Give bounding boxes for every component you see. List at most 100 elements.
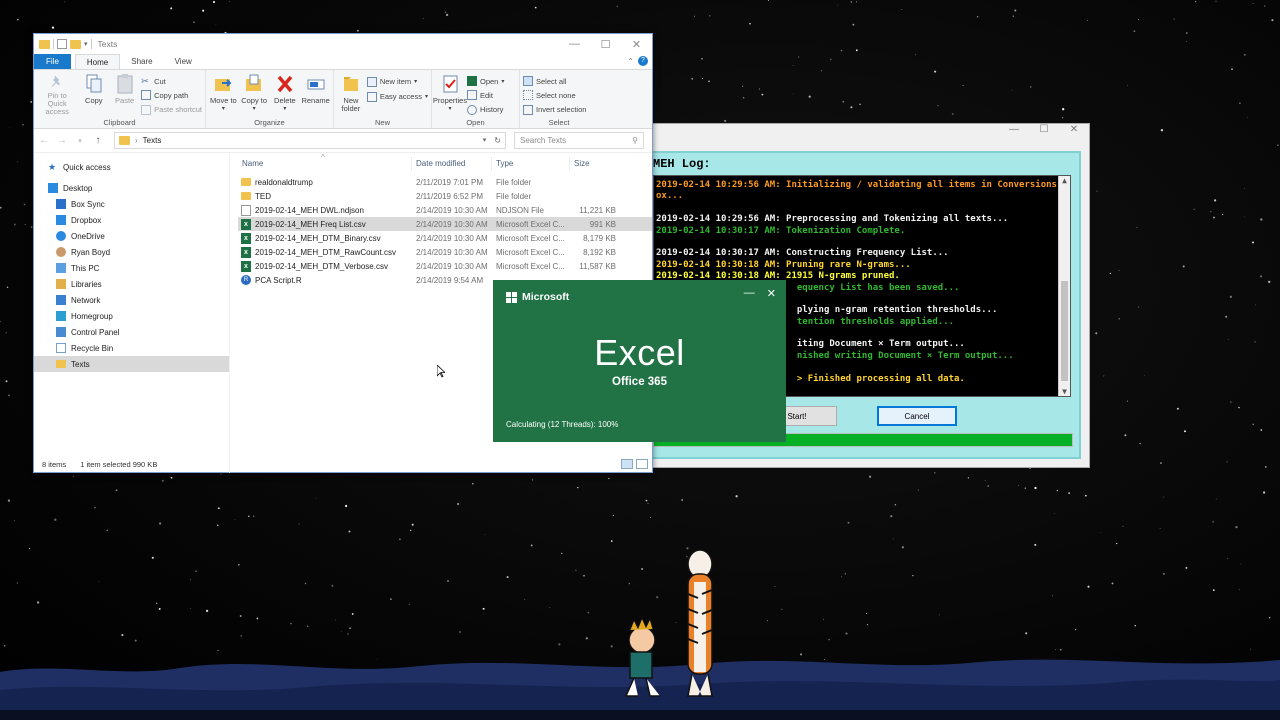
star xyxy=(5,332,7,334)
search-input[interactable]: Search Texts ⚲ xyxy=(514,132,644,149)
sidebar-item-desktop[interactable]: Desktop xyxy=(34,180,229,196)
sidebar-item-quick-access[interactable]: ★ Quick access xyxy=(34,159,229,175)
collapse-ribbon-icon[interactable]: ⌃ xyxy=(627,57,634,66)
sidebar-item-this-pc[interactable]: This PC xyxy=(34,260,229,276)
new-item-label: New item xyxy=(379,77,412,86)
tab-view[interactable]: View xyxy=(164,54,203,69)
clipboard-small-buttons: ✂ Cut Copy path Paste shortcut xyxy=(141,73,202,116)
sidebar-item-texts[interactable]: Texts xyxy=(34,356,229,372)
easy-access-button[interactable]: Easy access ▾ xyxy=(366,90,428,103)
address-dropdown-icon[interactable]: ▾ xyxy=(483,136,487,145)
scroll-down-icon[interactable]: ▼ xyxy=(1059,387,1070,396)
file-row[interactable]: TED 2/11/2019 6:52 PM File folder xyxy=(238,189,652,203)
rename-button[interactable]: Rename xyxy=(301,73,330,116)
calvin-and-hobbes-illustration xyxy=(624,549,713,697)
minimize-icon[interactable]: — xyxy=(744,287,755,300)
sidebar-item-recycle-bin[interactable]: Recycle Bin xyxy=(34,340,229,356)
address-bar[interactable]: › Texts ▾ ↻ xyxy=(114,132,506,149)
new-folder-button[interactable]: New folder xyxy=(337,73,365,116)
star xyxy=(484,534,486,536)
star xyxy=(933,471,936,474)
file-row[interactable]: x 2019-02-14_MEH_DTM_Verbose.csv 2/14/2019… xyxy=(238,259,652,273)
copy-button[interactable]: Copy xyxy=(79,73,108,116)
column-size[interactable]: Size xyxy=(570,157,618,171)
scroll-up-icon[interactable]: ▲ xyxy=(1059,176,1070,185)
back-arrow-icon[interactable]: ← xyxy=(38,135,50,146)
cut-button[interactable]: ✂ Cut xyxy=(141,75,202,87)
file-row[interactable]: x 2019-02-14_MEH_DTM_Binary.csv 2/14/2019 … xyxy=(238,231,652,245)
file-row[interactable]: 2019-02-14_MEH DWL.ndjson 2/14/2019 10:30… xyxy=(238,203,652,217)
delete-button[interactable]: Delete ▾ xyxy=(271,73,300,116)
pin-quick-access-button[interactable]: Pin to Quick access xyxy=(37,73,77,116)
move-to-button[interactable]: Move to ▾ xyxy=(209,73,238,116)
edit-button[interactable]: Edit xyxy=(467,89,504,101)
star xyxy=(106,529,108,531)
tab-share[interactable]: Share xyxy=(120,54,163,69)
cancel-button[interactable]: Cancel xyxy=(877,406,957,426)
sidebar-item-box-sync[interactable]: Box Sync xyxy=(34,196,229,212)
open-button[interactable]: Open ▾ xyxy=(467,75,504,87)
sidebar-item-network[interactable]: Network xyxy=(34,292,229,308)
close-icon[interactable]: ✕ xyxy=(767,287,776,300)
tab-home[interactable]: Home xyxy=(74,54,121,69)
sidebar-item-libraries[interactable]: Libraries xyxy=(34,276,229,292)
properties-icon[interactable] xyxy=(57,39,67,49)
recent-locations-icon[interactable]: ▾ xyxy=(74,137,86,145)
select-none-button[interactable]: Select none xyxy=(523,89,586,101)
paste-shortcut-button[interactable]: Paste shortcut xyxy=(141,104,202,116)
minimize-icon[interactable]: — xyxy=(999,124,1029,140)
customize-dropdown-icon[interactable]: ▾ xyxy=(84,40,88,48)
column-type[interactable]: Type xyxy=(492,157,570,171)
column-name[interactable]: Name xyxy=(238,157,412,171)
paste-button[interactable]: Paste xyxy=(110,73,139,116)
minimize-icon[interactable]: — xyxy=(559,38,590,51)
log-scrollbar[interactable]: ▲ ▼ xyxy=(1058,176,1070,396)
maximize-icon[interactable]: ☐ xyxy=(1029,124,1059,140)
sidebar-item-homegroup[interactable]: Homegroup xyxy=(34,308,229,324)
new-folder-icon[interactable] xyxy=(70,39,81,49)
file-row[interactable]: realdonaldtrump 2/11/2019 7:01 PM File fol… xyxy=(238,175,652,189)
column-date-modified[interactable]: Date modified xyxy=(412,157,492,171)
star xyxy=(767,620,769,622)
tab-file[interactable]: File xyxy=(34,54,71,69)
up-arrow-icon[interactable]: ↑ xyxy=(92,135,104,146)
sidebar-item-dropbox[interactable]: Dropbox xyxy=(34,212,229,228)
paste-shortcut-icon xyxy=(141,104,152,115)
close-icon[interactable]: ✕ xyxy=(1059,124,1089,140)
star xyxy=(792,65,794,66)
organize-group: Move to ▾ Copy to ▾ Delete ▾ Rename Organiz… xyxy=(206,70,334,128)
maximize-icon[interactable]: ☐ xyxy=(590,38,621,51)
new-item-button[interactable]: New item ▾ xyxy=(366,75,428,88)
star xyxy=(1103,375,1105,377)
invert-selection-button[interactable]: Invert selection xyxy=(523,104,586,116)
large-icons-view-icon[interactable] xyxy=(636,459,648,469)
recycle-bin-icon xyxy=(56,343,66,353)
star xyxy=(6,286,9,289)
office-edition: Office 365 xyxy=(612,376,667,388)
star xyxy=(22,124,24,126)
sidebar-item-label: Network xyxy=(71,295,101,305)
close-icon[interactable]: ✕ xyxy=(621,38,652,51)
history-button[interactable]: History xyxy=(467,104,504,116)
sidebar-item-ryan-boyd[interactable]: Ryan Boyd xyxy=(34,244,229,260)
copy-path-button[interactable]: Copy path xyxy=(141,89,202,101)
details-view-icon[interactable] xyxy=(621,459,633,469)
sidebar-item-control-panel[interactable]: Control Panel xyxy=(34,324,229,340)
refresh-icon[interactable]: ↻ xyxy=(494,136,501,145)
properties-button[interactable]: Properties ▾ xyxy=(433,73,467,116)
star xyxy=(841,576,843,578)
star xyxy=(1193,208,1195,210)
dropdown-arrow-icon: ▾ xyxy=(424,94,428,100)
file-row[interactable]: x 2019-02-14_MEH_DTM_RawCount.csv 2/14/201… xyxy=(238,245,652,259)
breadcrumb-texts[interactable]: Texts xyxy=(143,136,162,145)
file-row[interactable]: x 2019-02-14_MEH Freq List.csv 2/14/2019 1… xyxy=(238,217,652,231)
copy-to-button[interactable]: Copy to ▾ xyxy=(240,73,269,116)
star xyxy=(866,624,868,626)
forward-arrow-icon[interactable]: → xyxy=(56,135,68,146)
scrollbar-thumb[interactable] xyxy=(1061,281,1068,381)
help-icon[interactable]: ? xyxy=(638,56,648,66)
star xyxy=(253,515,255,517)
paste-label: Paste xyxy=(115,96,135,105)
select-all-button[interactable]: Select all xyxy=(523,75,586,87)
sidebar-item-onedrive[interactable]: OneDrive xyxy=(34,228,229,244)
